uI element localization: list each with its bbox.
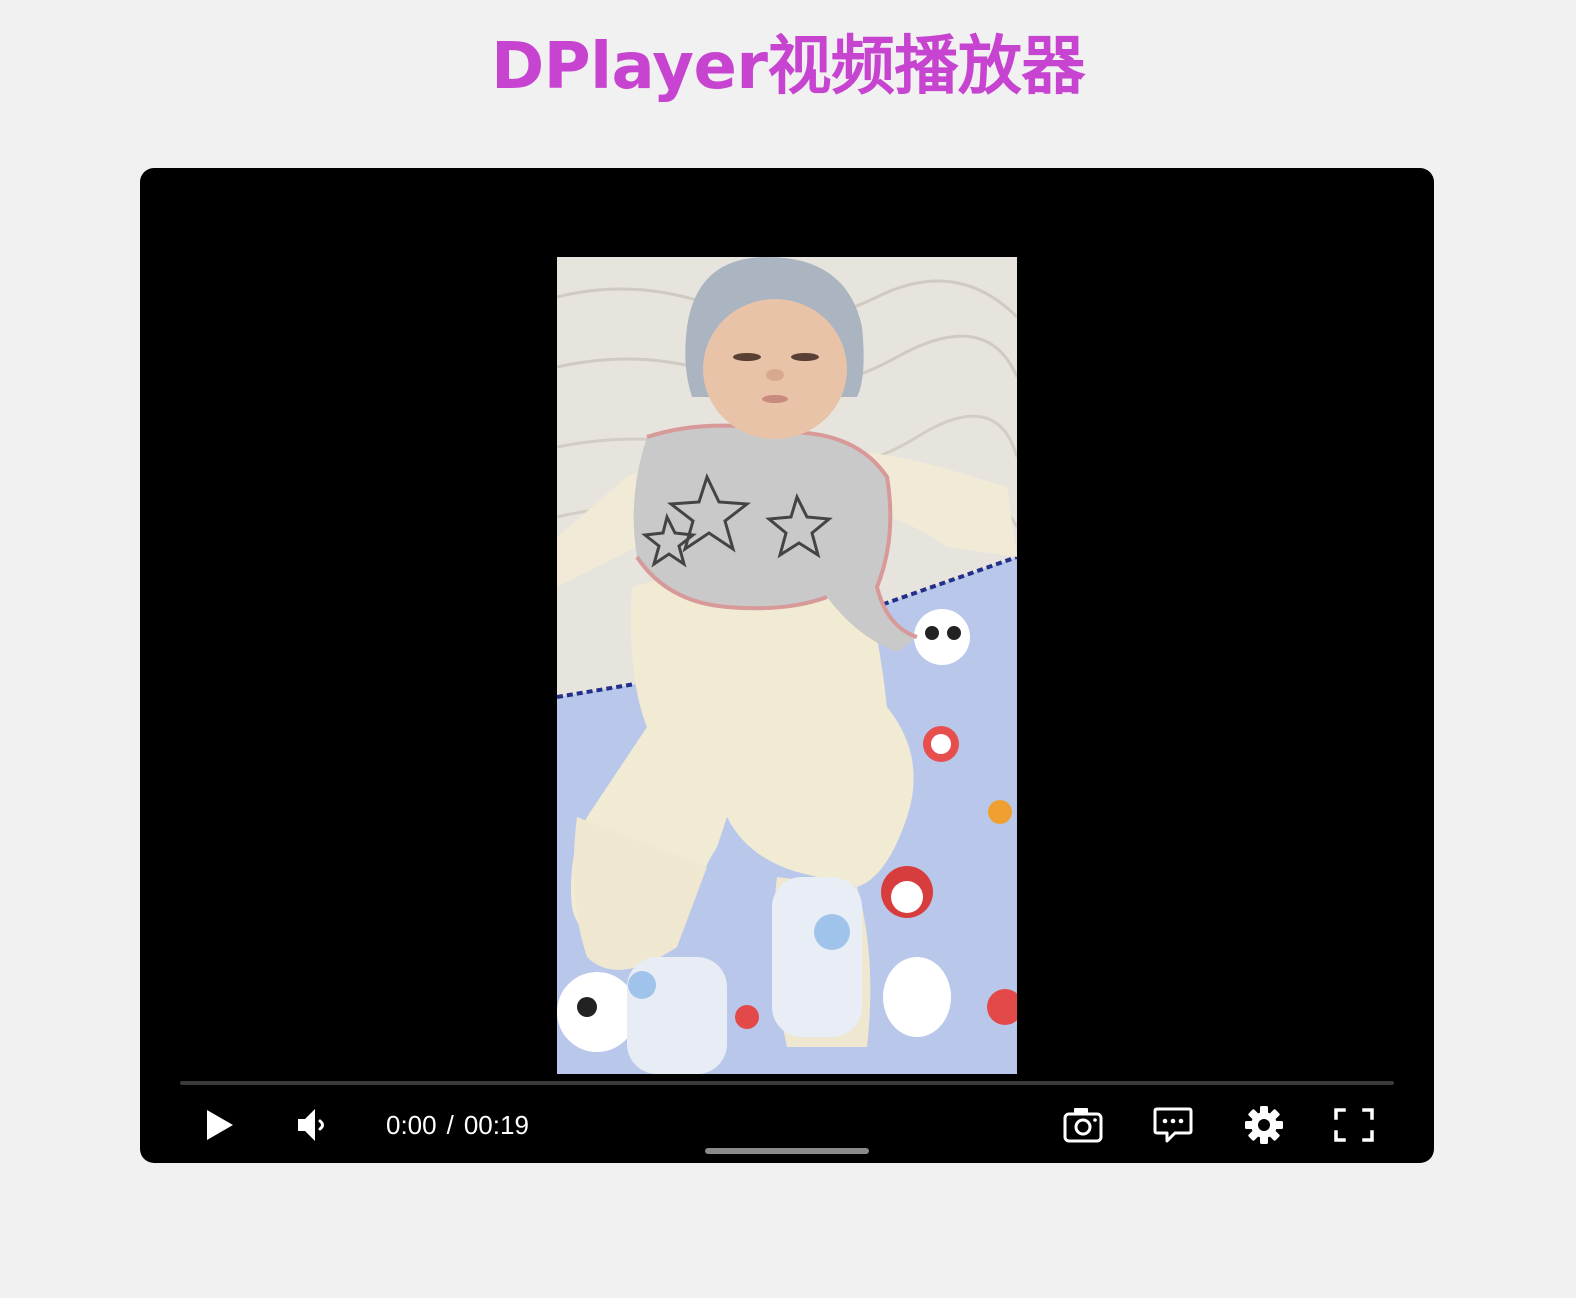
volume-icon[interactable] (294, 1106, 332, 1144)
play-icon[interactable] (204, 1107, 236, 1143)
comment-icon[interactable] (1153, 1105, 1193, 1145)
gear-icon[interactable] (1244, 1105, 1284, 1145)
camera-icon[interactable] (1062, 1106, 1104, 1144)
time-separator: / (446, 1110, 454, 1140)
page-title: DPlayer视频播放器 (491, 30, 1085, 104)
current-time: 0:00 (386, 1110, 437, 1140)
progress-bar[interactable] (180, 1081, 1394, 1085)
video-player[interactable]: 0:00 / 00:19 (140, 168, 1434, 1163)
time-display: 0:00 / 00:19 (386, 1105, 529, 1145)
video-frame[interactable] (557, 257, 1017, 1074)
home-indicator (705, 1148, 869, 1154)
fullscreen-icon[interactable] (1333, 1107, 1375, 1143)
duration: 00:19 (463, 1110, 529, 1140)
